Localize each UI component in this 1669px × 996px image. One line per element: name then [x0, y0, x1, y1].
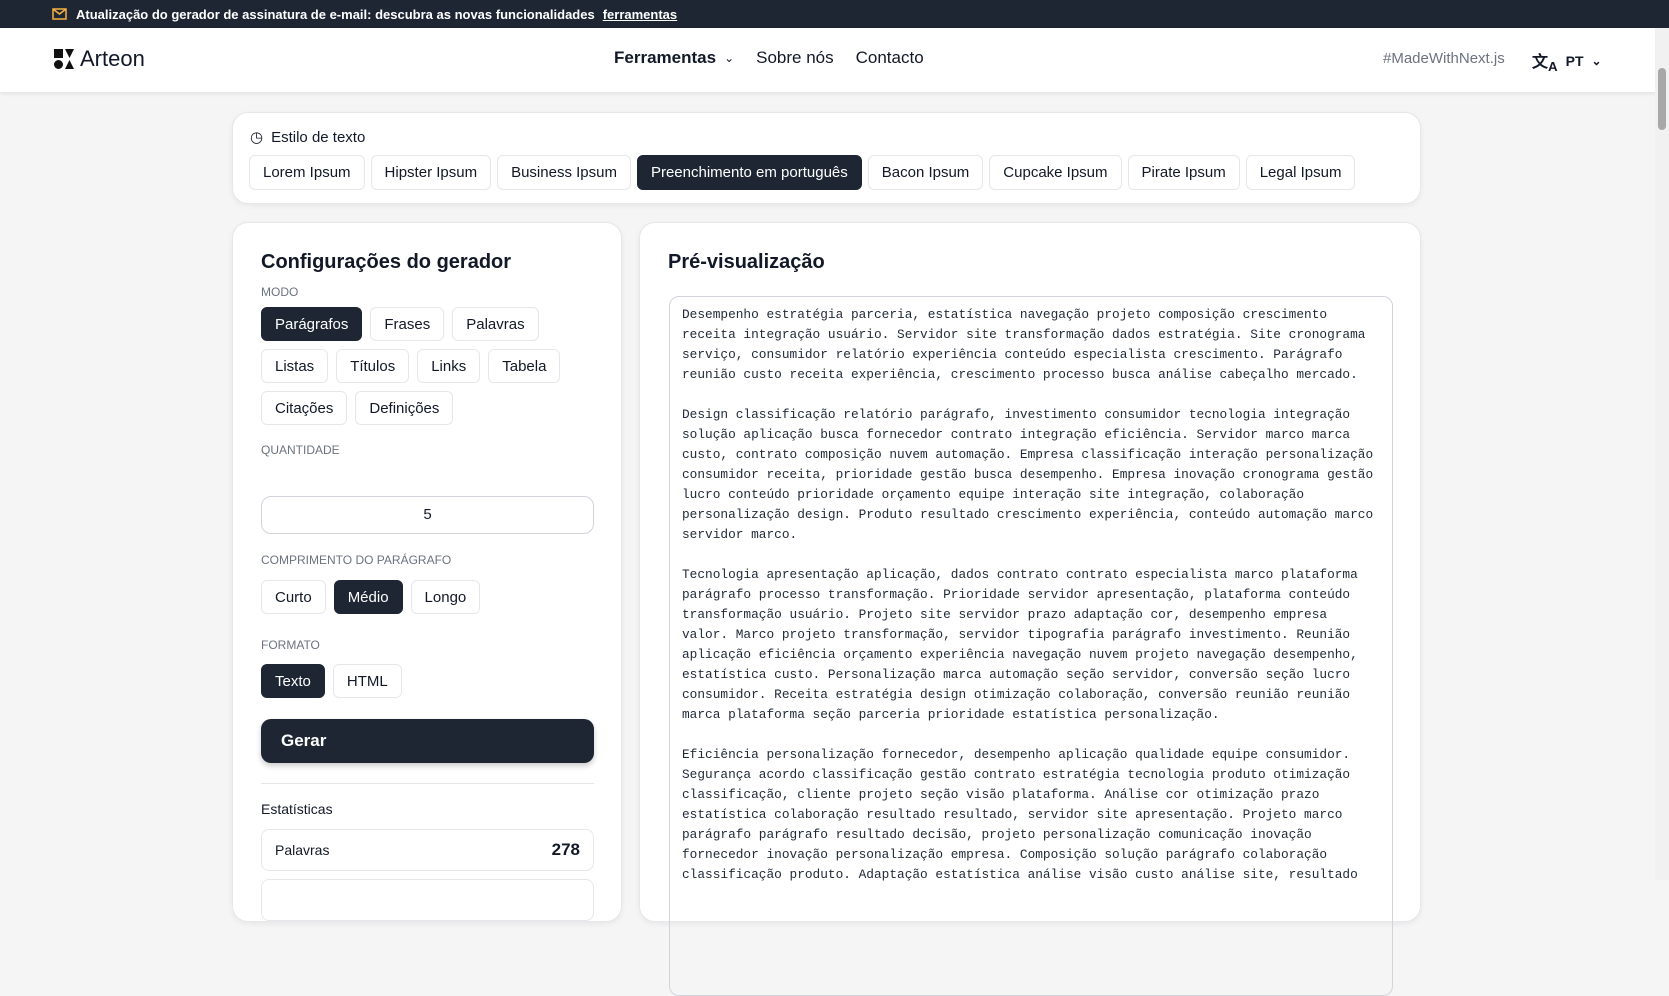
- preview-paragraph: Design classificação relatório parágrafo…: [682, 405, 1380, 545]
- text-style-label: Estilo de texto: [271, 128, 366, 146]
- mode-option-8[interactable]: Definições: [355, 391, 454, 425]
- logo-icon: [54, 49, 74, 69]
- mode-option-6[interactable]: Tabela: [488, 349, 561, 383]
- preview-line: solução aplicação busca fornecedor contr…: [682, 427, 1351, 442]
- preview-paragraph: Eficiência personalização fornecedor, de…: [682, 745, 1380, 885]
- banner-link[interactable]: ferramentas: [603, 7, 677, 22]
- length-label: COMPRIMENTO DO PARÁGRAFO: [261, 553, 452, 567]
- mode-option-0[interactable]: Parágrafos: [261, 307, 363, 341]
- brand-name: Arteon: [80, 46, 145, 71]
- mode-option-7[interactable]: Citações: [261, 391, 348, 425]
- text-style-card: ◷ Estilo de texto Lorem Ipsum Hipster Ipsu…: [232, 112, 1421, 204]
- preview-line: aplicação eficiência orçamento experiênc…: [682, 647, 1358, 662]
- format-option-1[interactable]: HTML: [332, 664, 402, 698]
- generate-button[interactable]: Gerar: [261, 719, 594, 763]
- preview-line: servidor marco.: [682, 527, 798, 542]
- language-code: PT: [1565, 53, 1584, 70]
- style-option-7[interactable]: Legal Ipsum: [1245, 155, 1356, 190]
- format-option-0[interactable]: Texto: [261, 664, 325, 698]
- scrollbar[interactable]: [1655, 28, 1669, 880]
- mode-option-3[interactable]: Listas: [261, 349, 329, 383]
- preview-line: serviço, consumidor relatório experiênci…: [682, 347, 1343, 362]
- preview-panel: Pré-visualização Desempenho estratégia p…: [639, 222, 1421, 996]
- preview-line: estatística custo. Personalização marca …: [682, 667, 1351, 682]
- palette-icon: ◷: [250, 129, 264, 146]
- preview-line: parágrafo parágrafo resultado decisão, p…: [682, 827, 1312, 842]
- preview-textarea[interactable]: Desempenho estratégia parceria, estatíst…: [669, 296, 1393, 996]
- preview-line: Eficiência personalização fornecedor, de…: [682, 747, 1351, 762]
- stat-label: Palavras: [275, 842, 330, 858]
- mode-option-2[interactable]: Palavras: [452, 307, 539, 341]
- quantity-input[interactable]: 5: [261, 496, 594, 534]
- stat-next: [261, 879, 594, 921]
- preview-paragraph: Tecnologia apresentação aplicação, dados…: [682, 565, 1380, 725]
- preview-line: estatística colaboração resultado result…: [682, 807, 1343, 822]
- navbar: Arteon Ferramentas ⌄ Sobre nós Contacto …: [0, 28, 1669, 92]
- nav-sobre[interactable]: Sobre nós: [756, 48, 834, 68]
- settings-title: Configurações do gerador: [261, 251, 512, 273]
- preview-line: classificação, cliente projeto seção vis…: [682, 787, 1320, 802]
- mode-label: MODO: [261, 285, 299, 299]
- style-option-5[interactable]: Cupcake Ipsum: [989, 155, 1122, 190]
- nav-ferramentas[interactable]: Ferramentas: [614, 48, 716, 68]
- banner-text: Atualização do gerador de assinatura de …: [76, 6, 595, 22]
- mode-option-1[interactable]: Frases: [370, 307, 445, 341]
- preview-line: fornecedor inovação personalização empre…: [682, 847, 1328, 862]
- preview-paragraph: Desempenho estratégia parceria, estatíst…: [682, 305, 1380, 385]
- mail-icon: [52, 8, 67, 20]
- mode-option-4[interactable]: Títulos: [336, 349, 410, 383]
- chevron-down-icon: ⌄: [1591, 54, 1602, 69]
- made-with-link[interactable]: #MadeWithNext.js: [1383, 50, 1505, 67]
- preview-line: receita integração usuário. Servidor sit…: [682, 327, 1366, 342]
- preview-line: transformação usuário. Projeto site serv…: [682, 607, 1328, 622]
- preview-line: Design classificação relatório parágrafo…: [682, 407, 1351, 422]
- generator-settings: Configurações do gerador MODO Parágrafos…: [232, 222, 622, 922]
- preview-line: Tecnologia apresentação aplicação, dados…: [682, 567, 1358, 582]
- divider: [261, 783, 594, 784]
- preview-line: Desempenho estratégia parceria, estatíst…: [682, 307, 1328, 322]
- preview-line: classificação produto. Adaptação estatís…: [682, 867, 1358, 882]
- style-option-4[interactable]: Bacon Ipsum: [867, 155, 984, 190]
- quantity-label: QUANTIDADE: [261, 443, 340, 457]
- style-option-6[interactable]: Pirate Ipsum: [1127, 155, 1240, 190]
- style-option-1[interactable]: Hipster Ipsum: [370, 155, 492, 190]
- nav-contacto[interactable]: Contacto: [856, 48, 924, 68]
- preview-line: parágrafo processo transformação. Priori…: [682, 587, 1351, 602]
- announcement-banner: Atualização do gerador de assinatura de …: [0, 0, 1669, 28]
- length-option-1[interactable]: Médio: [333, 580, 403, 614]
- preview-line: Segurança acordo classificação gestão co…: [682, 767, 1351, 782]
- style-option-3[interactable]: Preenchimento em português: [636, 155, 862, 190]
- preview-line: reunião custo receita experiência, cresc…: [682, 367, 1358, 382]
- preview-line: custo, contrato composição nuvem automaç…: [682, 447, 1374, 462]
- stat-words: Palavras 278: [261, 829, 594, 871]
- length-option-0[interactable]: Curto: [261, 580, 326, 614]
- preview-line: marca plataforma seção parceria priorida…: [682, 707, 1220, 722]
- preview-line: consumidor receita, prioridade gestão bu…: [682, 467, 1374, 482]
- language-select[interactable]: 文A PT ⌄: [1532, 48, 1602, 74]
- length-option-2[interactable]: Longo: [410, 580, 481, 614]
- stat-value: 278: [551, 840, 580, 859]
- stats-title: Estatísticas: [261, 801, 333, 817]
- preview-line: personalização design. Produto resultado…: [682, 507, 1374, 522]
- preview-line: consumidor. Receita estratégia design ot…: [682, 687, 1351, 702]
- format-label: FORMATO: [261, 638, 320, 652]
- chevron-down-icon[interactable]: ⌄: [724, 51, 734, 65]
- preview-line: valor. Marco projeto transformação, serv…: [682, 627, 1351, 642]
- preview-title: Pré-visualização: [668, 251, 825, 273]
- scrollbar-thumb[interactable]: [1658, 68, 1666, 130]
- mode-option-5[interactable]: Links: [417, 349, 481, 383]
- brand-logo[interactable]: Arteon: [54, 46, 145, 72]
- preview-line: lucro conteúdo prioridade orçamento equi…: [682, 487, 1305, 502]
- style-option-0[interactable]: Lorem Ipsum: [249, 155, 365, 190]
- style-option-2[interactable]: Business Ipsum: [497, 155, 631, 190]
- translate-icon: 文A: [1532, 54, 1558, 75]
